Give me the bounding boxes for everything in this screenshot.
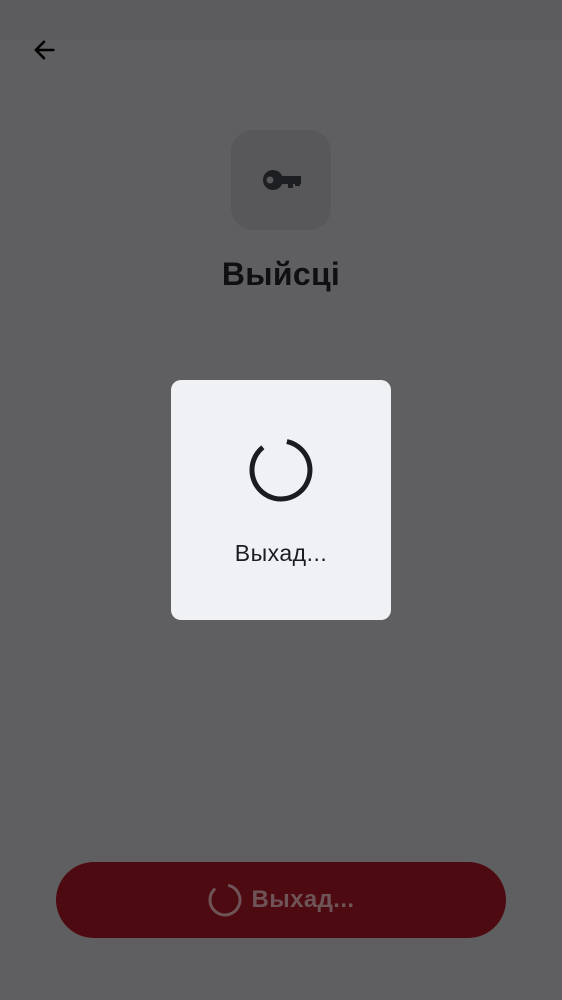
progress-dialog: Выхад...: [171, 380, 391, 620]
logout-screen: Выйсці Выхад... Выхад...: [0, 0, 562, 1000]
dialog-message: Выхад...: [234, 540, 328, 566]
back-button[interactable]: [22, 28, 66, 72]
key-icon: [263, 170, 301, 190]
key-icon-tile: [231, 130, 331, 230]
logout-button[interactable]: Выхад...: [56, 862, 506, 938]
loading-spinner-icon: [208, 883, 241, 917]
logout-button-label: Выхад...: [251, 886, 355, 913]
loading-spinner-icon: [249, 439, 313, 502]
page-title: Выйсці: [221, 256, 341, 292]
top-bar: [0, 0, 562, 40]
arrow-left-icon: [34, 40, 55, 60]
